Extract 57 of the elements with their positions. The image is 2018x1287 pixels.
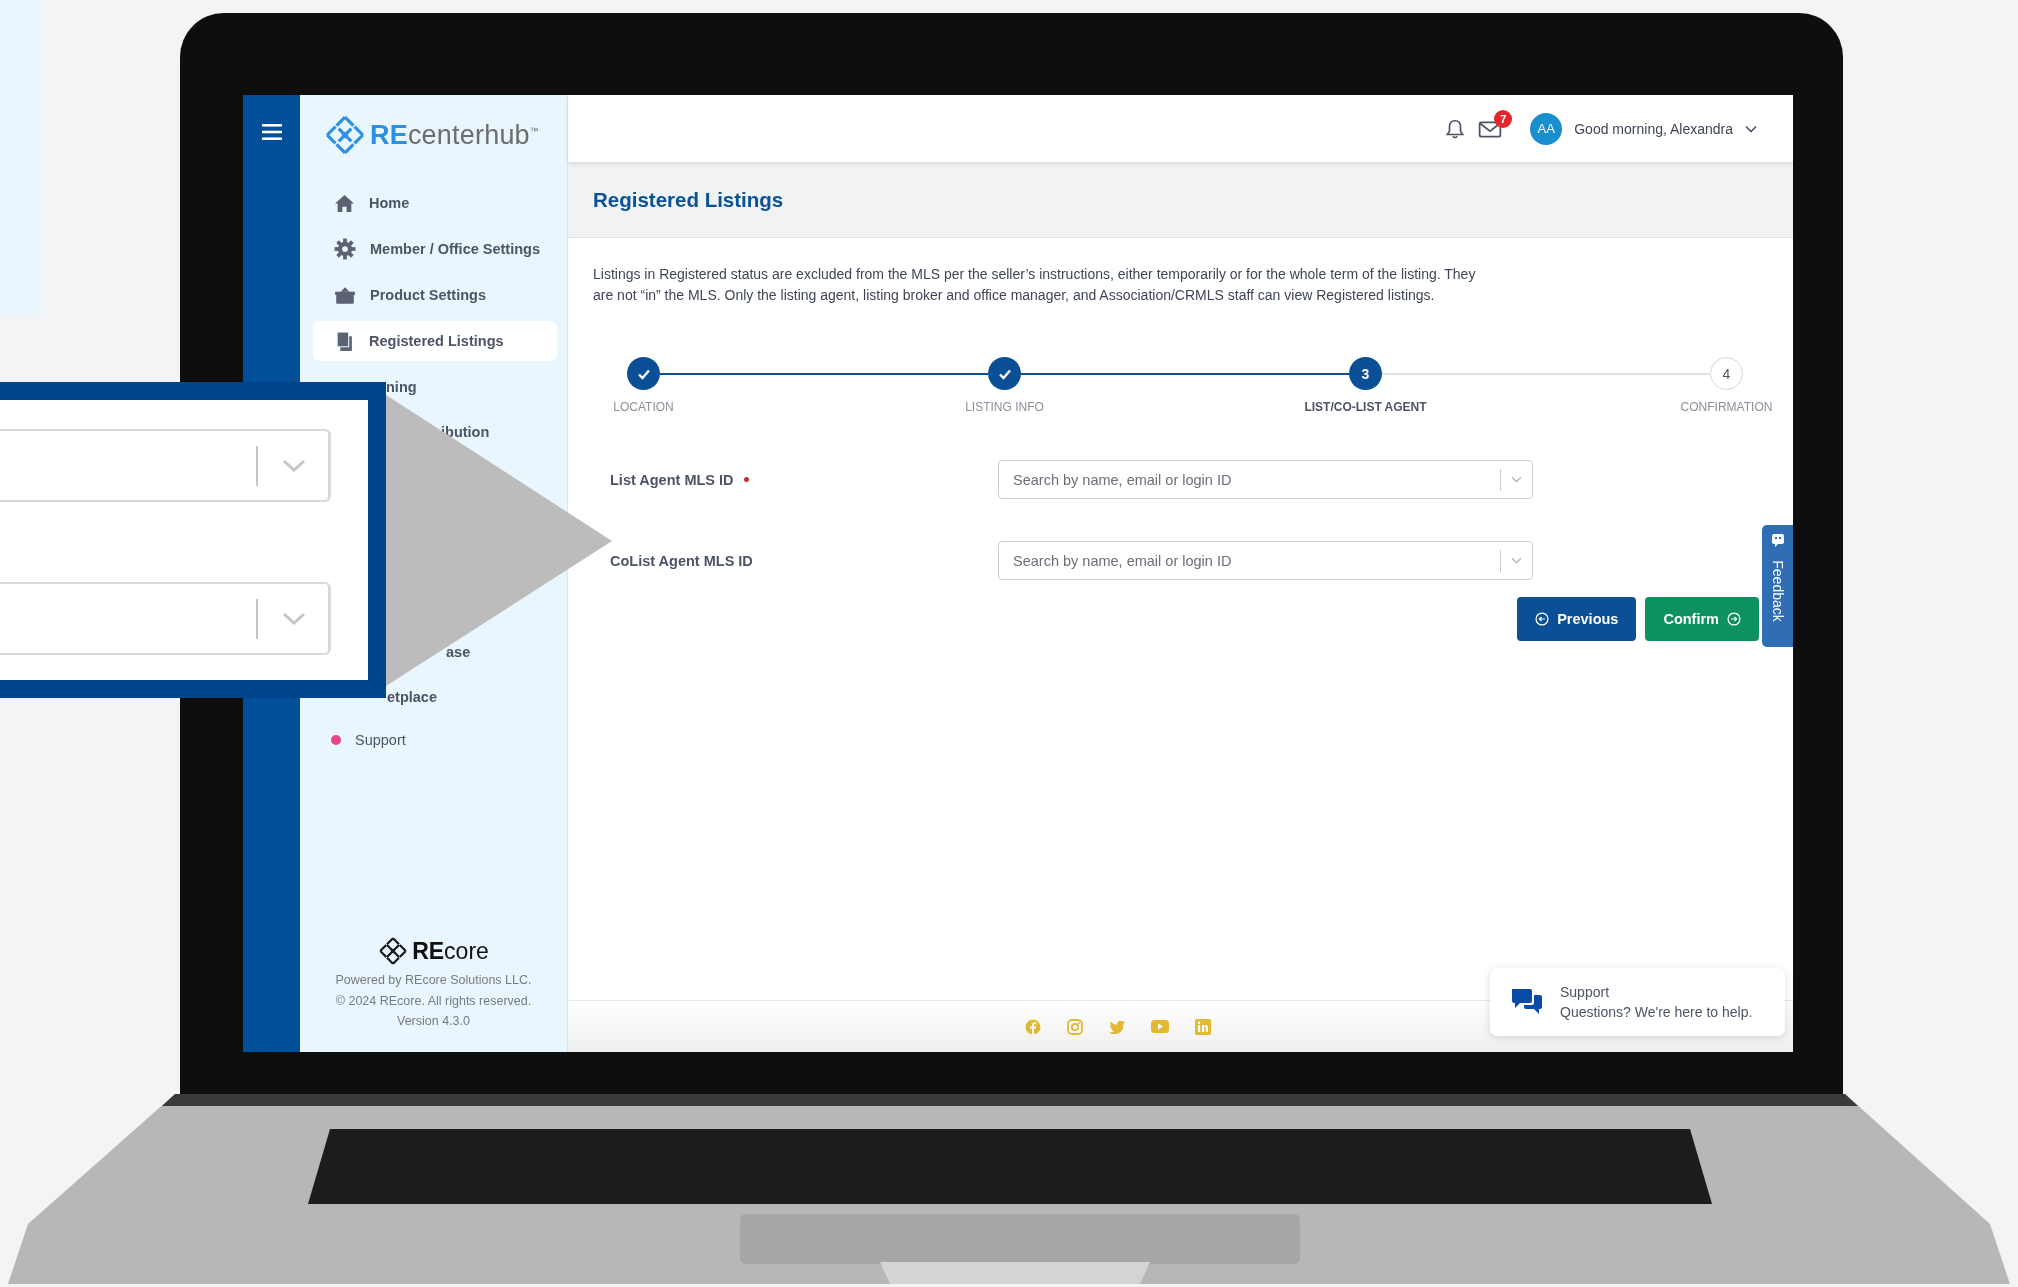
chevron-down-icon bbox=[282, 611, 306, 626]
confirm-button[interactable]: Confirm bbox=[1645, 597, 1759, 642]
chevron-down-icon bbox=[282, 458, 306, 473]
sidebar-item[interactable]: Home bbox=[313, 183, 557, 223]
field-label: List Agent MLS ID bbox=[610, 471, 734, 488]
required-marker-icon bbox=[743, 477, 749, 483]
sidebar-item[interactable]: etplace bbox=[387, 688, 437, 705]
avatar[interactable]: AA bbox=[1530, 112, 1563, 145]
home-icon bbox=[334, 192, 355, 214]
step-marker: 3 bbox=[1349, 357, 1382, 391]
greeting-text[interactable]: Good morning, Alexandra bbox=[1574, 120, 1733, 137]
facebook-icon[interactable] bbox=[1025, 1018, 1041, 1035]
sidebar-item[interactable]: Registered Listings bbox=[313, 321, 557, 361]
footer-text: Powered by REcore Solutions LLC. bbox=[335, 972, 532, 990]
step-label: LOCATION bbox=[612, 400, 675, 415]
notification-badge: 7 bbox=[1494, 109, 1513, 128]
comment-icon bbox=[1770, 533, 1785, 547]
chevron-down-icon bbox=[1511, 557, 1522, 565]
feedback-tab[interactable]: Feedback bbox=[1762, 525, 1793, 647]
agent-search-field[interactable]: Search by name, email or login ID bbox=[1011, 470, 1490, 489]
previous-button[interactable]: Previous bbox=[1517, 597, 1637, 642]
support-subtitle: Questions? We're here to help. bbox=[1560, 1003, 1753, 1022]
logo-icon bbox=[324, 114, 366, 156]
arrow-right-circle-icon bbox=[1727, 612, 1741, 627]
bird-icon[interactable] bbox=[1109, 1019, 1125, 1034]
sidebar-item[interactable]: Product Settings bbox=[313, 275, 557, 315]
step-label: LISTING INFO bbox=[964, 400, 1045, 415]
agent-search-field[interactable]: Search by name, email or login ID bbox=[1011, 551, 1490, 570]
play-icon[interactable] bbox=[1151, 1020, 1169, 1033]
sidebar-item[interactable]: ning bbox=[386, 378, 417, 395]
support-card[interactable]: Support Questions? We're here to help. bbox=[1490, 968, 1785, 1036]
chevron-down-icon bbox=[1511, 476, 1522, 484]
field-label: CoList Agent MLS ID bbox=[610, 552, 753, 569]
sidebar-item[interactable]: Support bbox=[313, 720, 557, 760]
sidebar-item[interactable]: Member / Office Settings bbox=[313, 229, 557, 269]
description-text: Listings in Registered status are excluded from the MLS per the seller’s instructions, either temporarily or for the whole term of the listing. They are not “in” the MLS. Only the listing agent, listing broker and office manager, and Association/CRMLS staff can view Registered listings. bbox=[593, 265, 1477, 305]
logo-text: REcore bbox=[412, 937, 489, 965]
gear-icon bbox=[334, 238, 356, 260]
footer-text: © 2024 REcore. All rights reserved. bbox=[335, 992, 532, 1010]
step-label: LIST/CO-LIST AGENT bbox=[1303, 400, 1428, 415]
step-marker: 4 bbox=[1710, 357, 1743, 391]
step-label: CONFIRMATION bbox=[1679, 400, 1774, 415]
logo-text: REcenterhub$^{™}$ bbox=[370, 119, 539, 151]
linkedin-icon[interactable] bbox=[1195, 1018, 1211, 1035]
menu-icon[interactable] bbox=[261, 124, 282, 140]
footer-text: Version 4.3.0 bbox=[397, 1013, 470, 1031]
instagram-icon[interactable] bbox=[1067, 1018, 1083, 1035]
sidebar-item[interactable]: ase bbox=[446, 643, 471, 660]
bell-icon[interactable] bbox=[1444, 117, 1467, 140]
chevron-down-icon[interactable] bbox=[1745, 124, 1757, 133]
documents-icon bbox=[334, 330, 355, 352]
support-title: Support bbox=[1560, 983, 1611, 1002]
arrow-left-circle-icon bbox=[1535, 612, 1550, 627]
agent-select[interactable]: Search by name, email or login ID bbox=[998, 460, 1533, 500]
logo-icon bbox=[378, 936, 409, 967]
page-title: Registered Listings bbox=[593, 187, 784, 212]
agent-select[interactable]: Search by name, email or login ID bbox=[998, 541, 1533, 581]
